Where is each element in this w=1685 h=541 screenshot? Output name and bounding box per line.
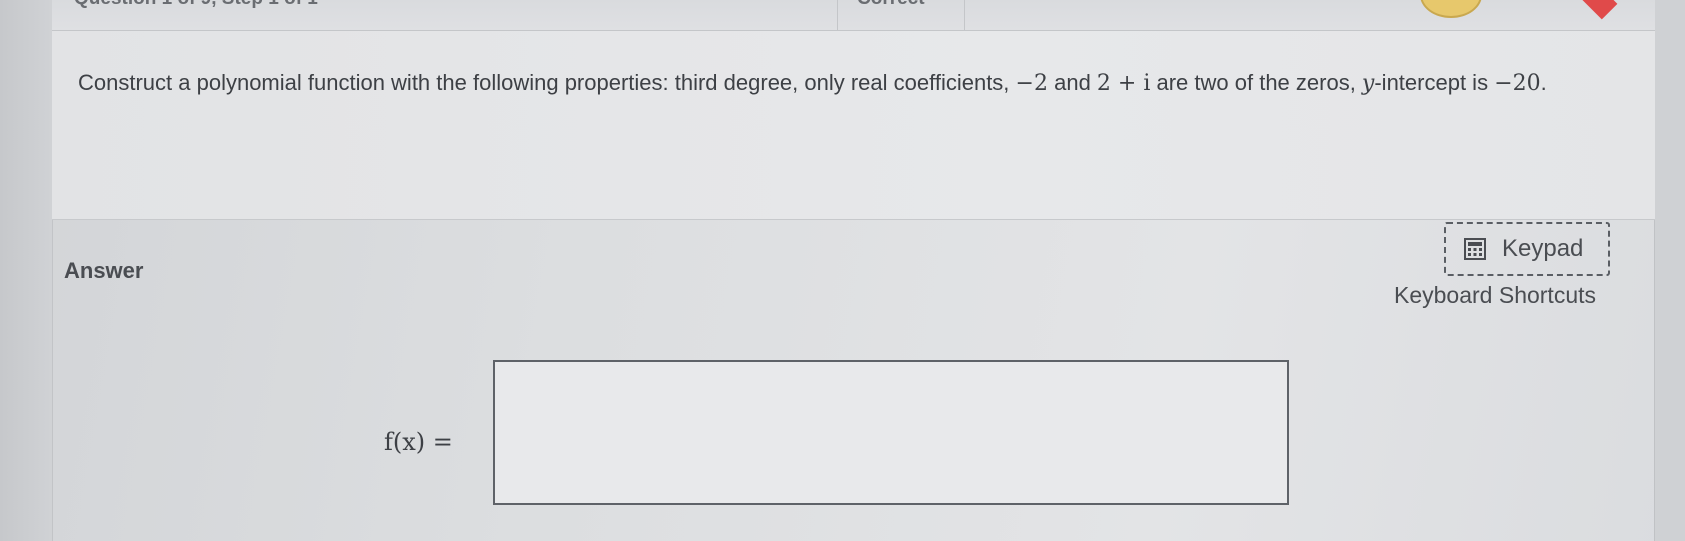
question-text-end: . <box>1540 70 1547 95</box>
header-divider <box>837 0 838 30</box>
question-progress: Question 1 of 9, Step 1 of 1 <box>74 0 318 10</box>
keypad-button[interactable]: Keypad <box>1444 222 1610 276</box>
question-text: Construct a polynomial function with the… <box>78 63 1558 103</box>
answer-input[interactable] <box>493 360 1289 505</box>
status-text: Correct <box>857 0 925 10</box>
function-label: f(x) = <box>384 428 453 456</box>
intercept-value: −20 <box>1494 71 1541 96</box>
question-header-bar: Question 1 of 9, Step 1 of 1 Correct <box>52 0 1655 31</box>
page-edge-right <box>1654 0 1685 541</box>
question-text-intercept: -intercept is <box>1374 70 1495 95</box>
keypad-label: Keypad <box>1502 235 1584 262</box>
streak-badge-icon[interactable] <box>1420 0 1482 18</box>
keyboard-shortcuts-link[interactable]: Keyboard Shortcuts <box>1394 282 1596 309</box>
zero-value-two: 2 + i <box>1096 71 1151 96</box>
zero-value-one: −2 <box>1015 71 1048 96</box>
calculator-icon <box>1464 238 1486 260</box>
question-panel: Construct a polynomial function with the… <box>52 31 1655 220</box>
question-text-intro: Construct a polynomial function with the… <box>78 70 1016 95</box>
page-edge-left <box>0 0 53 541</box>
answer-label: Answer <box>64 258 144 283</box>
y-variable: y <box>1361 71 1375 96</box>
flag-icon[interactable] <box>1580 0 1618 20</box>
question-text-zeros: are two of the zeros, <box>1150 70 1362 95</box>
question-text-and: and <box>1047 70 1097 95</box>
header-divider <box>964 0 965 30</box>
